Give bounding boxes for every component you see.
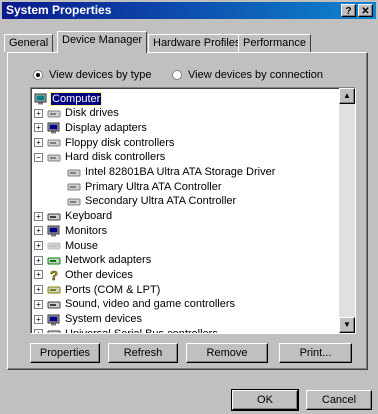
tree-scrollbar[interactable]: ▲ ▼: [339, 88, 355, 333]
tree-row[interactable]: Computer: [34, 91, 103, 106]
port-icon: [47, 284, 61, 295]
ok-button[interactable]: OK: [231, 389, 299, 411]
properties-button[interactable]: Properties: [30, 343, 100, 363]
tree-row-label: Primary Ultra ATA Controller: [85, 180, 222, 193]
disk-drive-icon: [47, 108, 61, 119]
window-title: System Properties: [6, 3, 112, 17]
expand-icon[interactable]: +: [34, 108, 43, 118]
tree-row[interactable]: +? Other devices: [34, 267, 134, 284]
expand-icon[interactable]: +: [34, 314, 43, 324]
hard-disk-controller-icon: [47, 152, 61, 163]
tab-strip: General Device Manager Hardware Profiles…: [0, 30, 378, 54]
title-bar[interactable]: System Properties ? ✕: [2, 2, 376, 19]
tree-row[interactable]: + Network adapters: [34, 253, 152, 268]
expand-icon[interactable]: +: [34, 270, 43, 280]
tree-row-label: Secondary Ultra ATA Controller: [85, 195, 237, 208]
usb-icon: [47, 328, 61, 333]
controller-device-icon: [67, 167, 81, 178]
tree-row[interactable]: + Floppy disk controllers: [34, 135, 175, 150]
sound-icon: [47, 299, 61, 310]
help-button[interactable]: ?: [341, 4, 356, 17]
expand-icon[interactable]: +: [34, 285, 43, 295]
mouse-icon: [47, 240, 61, 251]
question-mark-icon: ?: [47, 268, 61, 284]
tree-row[interactable]: Secondary Ultra ATA Controller: [56, 194, 237, 209]
expand-icon[interactable]: +: [34, 241, 43, 250]
tree-row-label: Mouse: [65, 239, 99, 252]
tab-performance[interactable]: Performance: [238, 34, 311, 52]
tree-row-label: Universal Serial Bus controllers: [65, 327, 218, 334]
floppy-controller-icon: [47, 137, 61, 148]
system-properties-window: System Properties ? ✕ General Device Man…: [0, 0, 378, 414]
tree-row[interactable]: + Keyboard: [34, 209, 113, 224]
tree-row-label: Computer: [49, 91, 103, 106]
tree-row-label: Other devices: [65, 268, 133, 281]
tree-row-label: Keyboard: [65, 210, 113, 223]
tree-row[interactable]: + Disk drives: [34, 106, 120, 121]
refresh-button[interactable]: Refresh: [108, 343, 178, 363]
close-button[interactable]: ✕: [358, 4, 373, 17]
cancel-button[interactable]: Cancel: [306, 390, 372, 410]
tree-row-label: Monitors: [65, 224, 108, 237]
computer-icon: [34, 93, 48, 105]
expand-icon[interactable]: +: [34, 329, 43, 333]
expand-icon[interactable]: +: [34, 138, 43, 148]
expand-icon[interactable]: +: [34, 226, 43, 236]
tab-general[interactable]: General: [4, 34, 54, 52]
tree-row-label: System devices: [65, 313, 143, 325]
expand-icon[interactable]: +: [34, 211, 43, 221]
tab-device-manager[interactable]: Device Manager: [57, 31, 148, 53]
display-adapter-icon: [47, 122, 61, 134]
tree-row[interactable]: + System devices: [34, 312, 143, 327]
tree-row[interactable]: + Mouse: [34, 238, 99, 253]
collapse-icon[interactable]: −: [34, 152, 43, 162]
expand-icon[interactable]: +: [34, 255, 43, 265]
radio-unselected-icon: [172, 70, 182, 80]
radio-selected-icon: [33, 70, 43, 80]
expand-icon[interactable]: +: [34, 299, 43, 309]
tab-hardware-profiles[interactable]: Hardware Profiles: [148, 34, 246, 52]
expand-icon[interactable]: +: [34, 123, 43, 133]
tree-row[interactable]: + Universal Serial Bus controllers: [34, 326, 219, 334]
remove-button[interactable]: Remove: [186, 343, 268, 363]
device-tree[interactable]: Computer + Disk drives + Display adapters + Fl…: [30, 87, 356, 334]
view-by-connection-radio[interactable]: View devices by connection: [172, 69, 323, 81]
tree-row-label: Intel 82801BA Ultra ATA Storage Driver: [85, 166, 276, 178]
tree-row-label: Disk drives: [65, 107, 119, 120]
network-adapter-icon: [47, 255, 61, 266]
view-by-type-radio[interactable]: View devices by type: [33, 69, 152, 81]
tree-row[interactable]: + Monitors: [34, 223, 108, 238]
system-device-icon: [47, 314, 61, 325]
tree-row-label: Floppy disk controllers: [65, 136, 175, 149]
tree-row[interactable]: + Display adapters: [34, 120, 148, 135]
tree-row[interactable]: Primary Ultra ATA Controller: [56, 179, 223, 194]
tree-row[interactable]: + Ports (COM & LPT): [34, 282, 161, 297]
svg-text:?: ?: [50, 269, 58, 281]
controller-device-icon: [67, 196, 81, 207]
tree-row[interactable]: − Hard disk controllers: [34, 150, 166, 165]
tree-row-label: Sound, video and game controllers: [65, 298, 235, 311]
tree-row[interactable]: + Sound, video and game controllers: [34, 297, 236, 312]
controller-device-icon: [67, 181, 81, 192]
tree-row-label: Network adapters: [65, 254, 152, 267]
view-by-connection-label: View devices by connection: [188, 69, 323, 81]
tree-row-label: Ports (COM & LPT): [65, 283, 161, 296]
print-button[interactable]: Print...: [279, 343, 352, 363]
tree-row-label: Display adapters: [65, 121, 147, 134]
keyboard-icon: [47, 211, 61, 222]
view-by-type-label: View devices by type: [49, 69, 152, 81]
tree-row[interactable]: Intel 82801BA Ultra ATA Storage Driver: [56, 165, 276, 180]
tree-row-label: Hard disk controllers: [65, 151, 166, 164]
monitor-icon: [47, 225, 61, 237]
scroll-up-icon[interactable]: ▲: [339, 88, 355, 104]
scroll-down-icon[interactable]: ▼: [339, 317, 355, 333]
